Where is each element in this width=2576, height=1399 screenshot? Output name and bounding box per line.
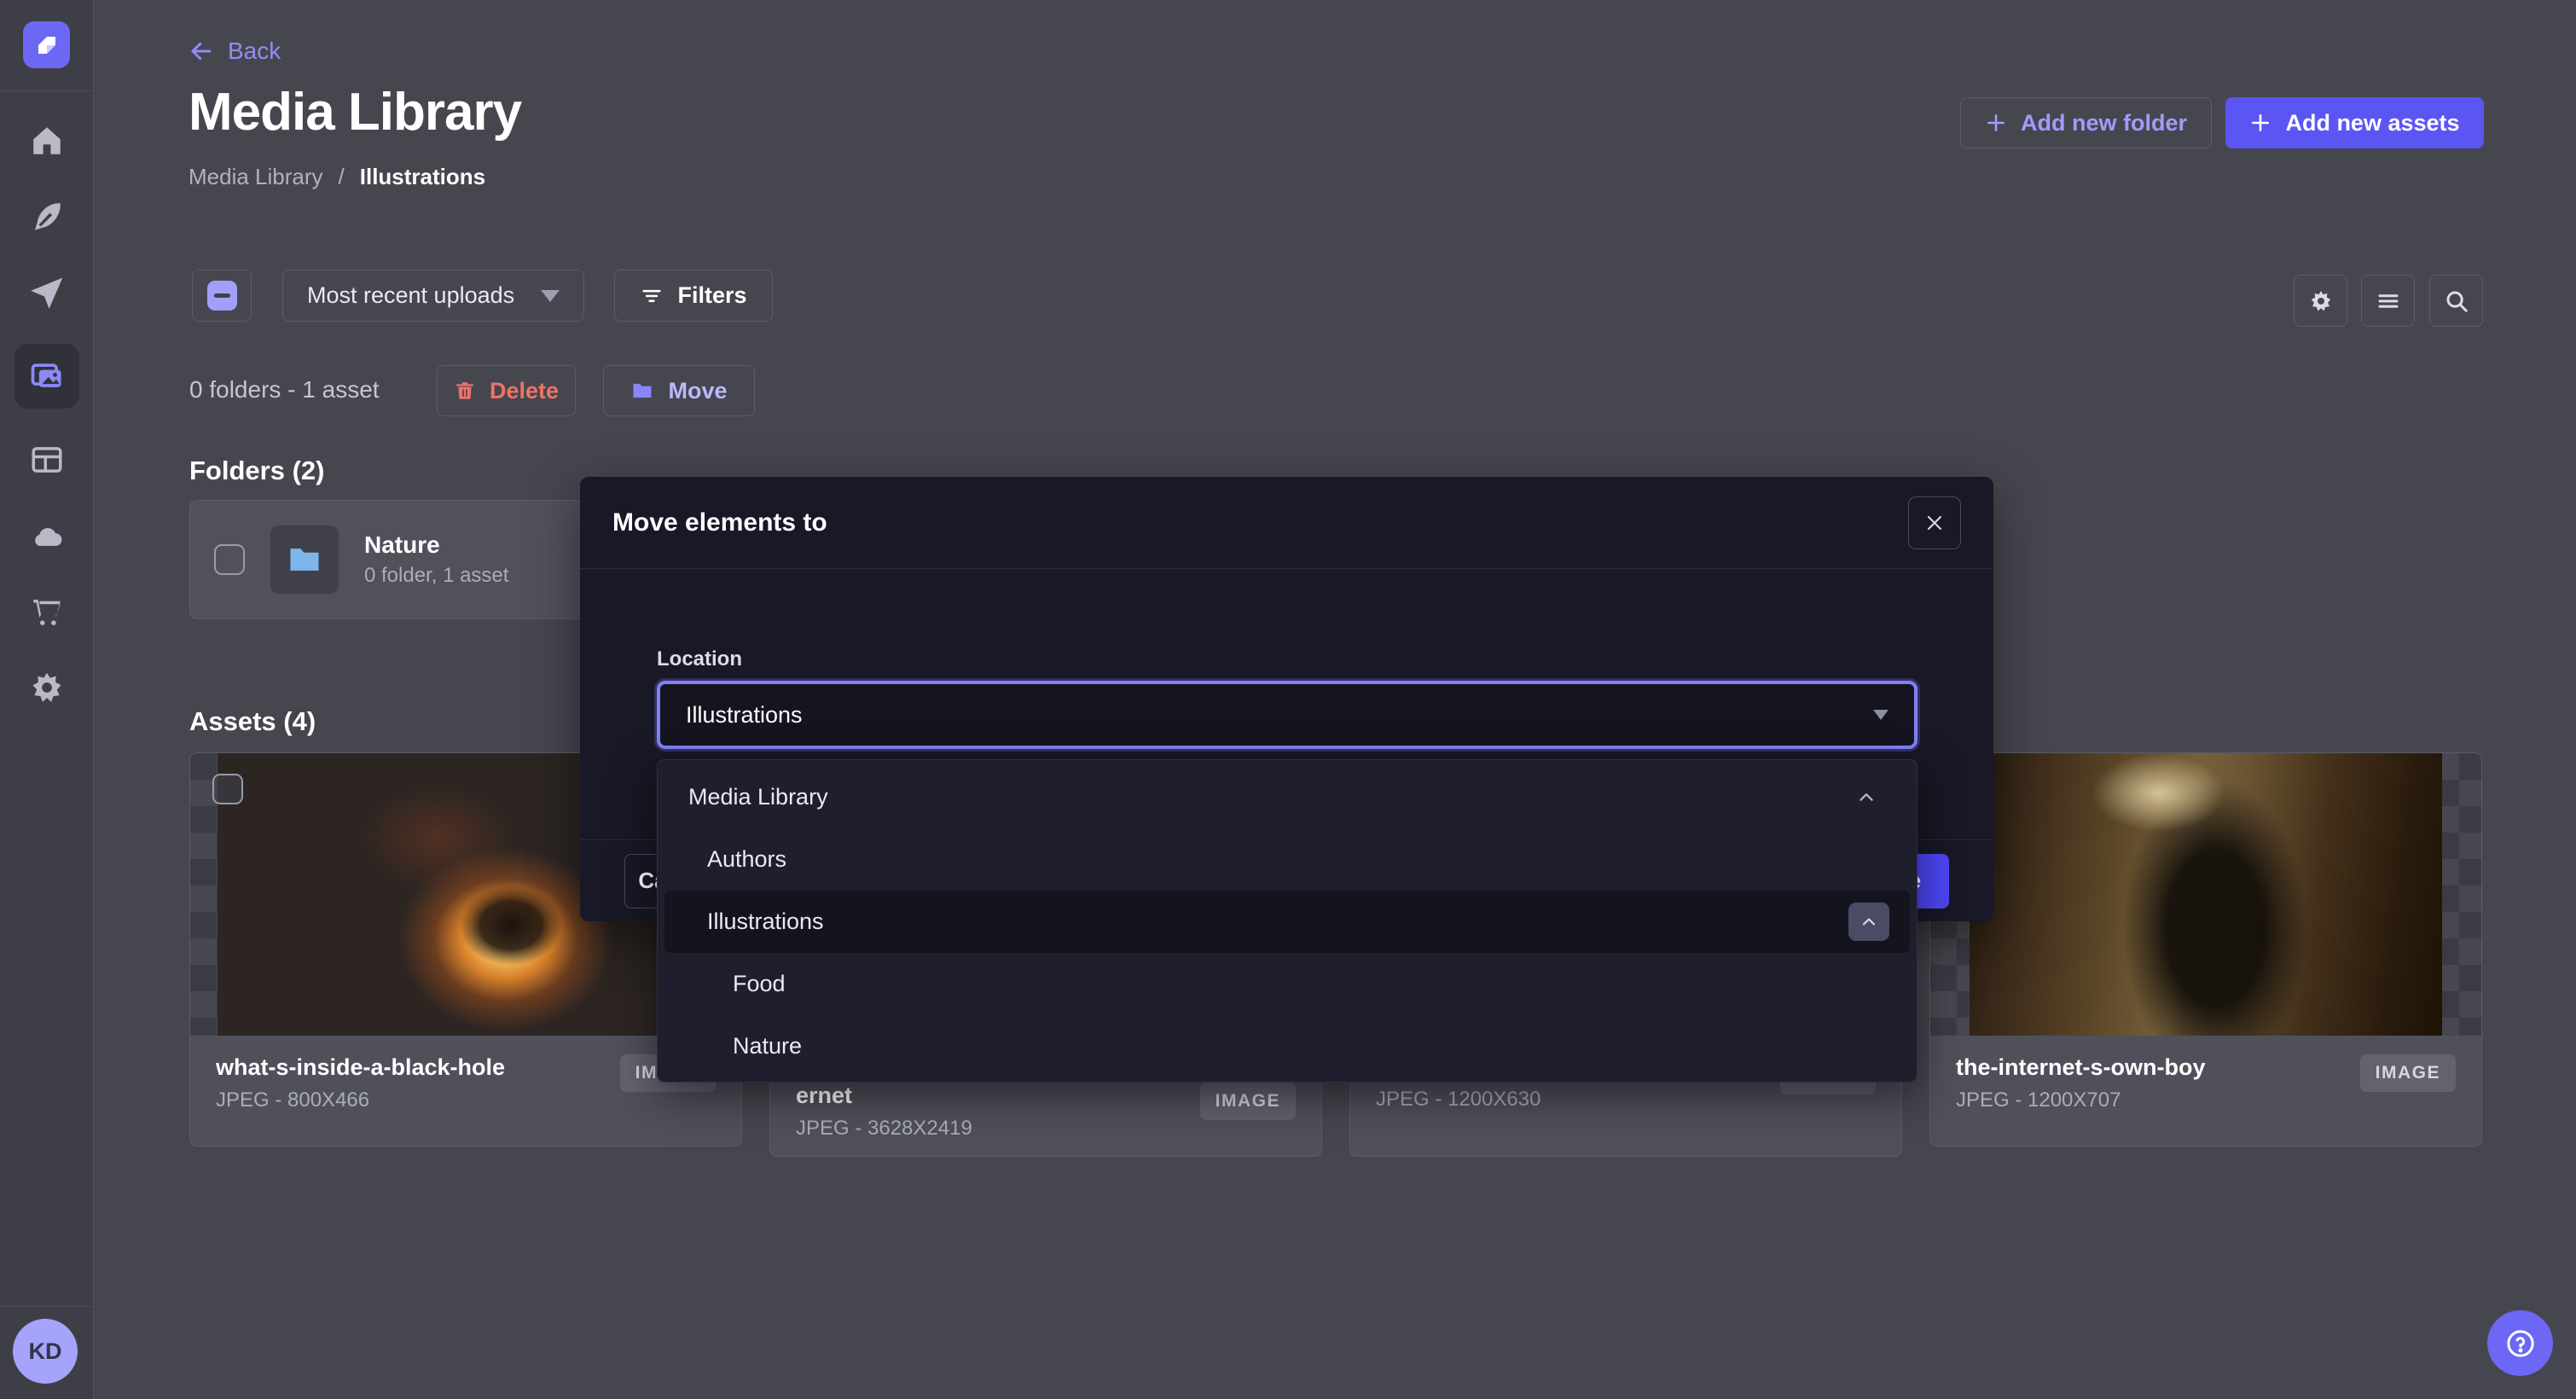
modal-title: Move elements to <box>612 508 827 537</box>
strapi-logo[interactable] <box>23 21 70 68</box>
menu-option-food[interactable]: Food <box>664 953 1910 1015</box>
folder-name: Nature <box>364 531 508 559</box>
page-title: Media Library <box>189 82 521 142</box>
folder-icon <box>630 379 654 403</box>
asset-card-footer: the-internet-s-own-boy JPEG - 1200X707 I… <box>1930 1036 2481 1131</box>
modal-header: Move elements to <box>580 477 1993 569</box>
paper-plane-icon <box>29 275 65 311</box>
folder-thumb <box>270 525 339 594</box>
help-icon <box>2503 1326 2538 1361</box>
arrow-left-icon <box>189 38 214 64</box>
chevron-down-icon <box>541 290 560 302</box>
layout-icon <box>29 442 65 478</box>
back-link[interactable]: Back <box>189 38 281 65</box>
search-button[interactable] <box>2429 275 2483 327</box>
menu-option-label: Authors <box>707 846 786 873</box>
add-new-assets-label: Add new assets <box>2285 110 2459 136</box>
menu-option-label: Food <box>733 971 786 997</box>
location-label: Location <box>657 647 742 671</box>
select-all-checkbox[interactable] <box>192 270 252 322</box>
menu-option-label: Nature <box>733 1033 802 1059</box>
location-dropdown-menu: Media Library Authors Illustrations Food… <box>657 759 1917 1083</box>
folder-icon <box>286 541 323 578</box>
folder-texts: Nature 0 folder, 1 asset <box>364 531 508 588</box>
filter-icon <box>640 284 664 308</box>
menu-option-label: Illustrations <box>707 908 824 935</box>
folder-meta: 0 folder, 1 asset <box>364 564 508 588</box>
menu-option-illustrations[interactable]: Illustrations <box>664 891 1910 953</box>
breadcrumb: Media Library / Illustrations <box>189 164 485 190</box>
list-icon <box>2376 288 2401 314</box>
asset-card[interactable]: the-internet-s-own-boy JPEG - 1200X707 I… <box>1929 752 2482 1146</box>
assets-heading: Assets (4) <box>189 706 316 737</box>
asset-meta: JPEG - 1200X707 <box>1956 1088 2456 1112</box>
filters-label: Filters <box>677 282 746 309</box>
move-button[interactable]: Move <box>603 365 755 416</box>
sort-value: Most recent uploads <box>307 282 514 309</box>
selection-summary: 0 folders - 1 asset <box>189 376 380 403</box>
plus-icon <box>1985 112 2007 134</box>
sidebar-item-media-library[interactable] <box>15 344 79 409</box>
breadcrumb-current: Illustrations <box>360 164 485 190</box>
sidebar-item-releases[interactable] <box>15 268 79 317</box>
chevron-up-icon[interactable] <box>1855 787 1877 809</box>
sidebar-item-marketplace[interactable] <box>15 587 79 636</box>
add-new-assets-button[interactable]: Add new assets <box>2225 97 2484 148</box>
asset-type-badge: IMAGE <box>1200 1083 1296 1120</box>
strapi-logo-icon <box>34 32 60 58</box>
sidebar-item-content-manager[interactable] <box>15 192 79 241</box>
plus-icon <box>2249 112 2271 134</box>
sidebar-item-settings[interactable] <box>15 663 79 712</box>
sort-dropdown[interactable]: Most recent uploads <box>282 270 584 322</box>
back-label: Back <box>228 38 281 65</box>
collapse-folder-button[interactable] <box>1848 903 1889 941</box>
cloud-icon <box>28 517 66 554</box>
sidebar-divider-bottom <box>0 1306 94 1307</box>
sidebar-item-content-type-builder[interactable] <box>15 435 79 485</box>
sidebar-item-deploy[interactable] <box>15 511 79 560</box>
sidebar: KD <box>0 0 94 1399</box>
indeterminate-checkbox <box>207 281 237 311</box>
gear-icon <box>2308 288 2334 314</box>
menu-option-label: Media Library <box>688 784 828 810</box>
chevron-up-icon <box>1859 912 1879 932</box>
asset-type-badge: IMAGE <box>2360 1054 2456 1092</box>
sidebar-item-home[interactable] <box>15 116 79 165</box>
location-select[interactable]: Illustrations <box>657 681 1917 749</box>
media-library-app: KD Back Media Library Media Library / Il… <box>0 0 2576 1399</box>
home-icon <box>29 123 65 159</box>
breadcrumb-separator: / <box>339 164 345 190</box>
close-modal-button[interactable] <box>1908 496 1961 549</box>
asset-meta: JPEG - 3628X2419 <box>796 1117 1296 1141</box>
menu-option-authors[interactable]: Authors <box>664 828 1910 891</box>
folder-checkbox[interactable] <box>214 544 245 575</box>
trash-icon <box>454 380 476 402</box>
library-photo-image <box>1970 753 2442 1036</box>
gear-icon <box>28 669 66 706</box>
list-view-button[interactable] <box>2361 275 2415 327</box>
search-icon <box>2444 288 2469 314</box>
asset-checkbox[interactable] <box>212 774 243 804</box>
asset-thumbnail <box>1930 753 2481 1036</box>
chevron-down-icon <box>1873 710 1888 720</box>
close-icon <box>1924 513 1945 533</box>
delete-label: Delete <box>490 378 559 404</box>
asset-meta: JPEG - 800X466 <box>216 1088 716 1112</box>
media-library-icon <box>28 357 66 395</box>
view-settings-button[interactable] <box>2294 275 2347 327</box>
cart-icon <box>29 594 65 630</box>
add-new-folder-button[interactable]: Add new folder <box>1960 97 2212 148</box>
feather-icon <box>29 199 65 235</box>
user-avatar[interactable]: KD <box>13 1319 78 1384</box>
filters-button[interactable]: Filters <box>614 270 773 322</box>
breadcrumb-parent[interactable]: Media Library <box>189 164 323 190</box>
menu-option-nature[interactable]: Nature <box>664 1015 1910 1077</box>
delete-button[interactable]: Delete <box>437 365 576 416</box>
folders-heading: Folders (2) <box>189 456 324 486</box>
move-label: Move <box>668 378 727 404</box>
location-select-value: Illustrations <box>686 702 803 729</box>
menu-option-media-library[interactable]: Media Library <box>664 766 1910 828</box>
help-button[interactable] <box>2487 1310 2553 1376</box>
add-new-folder-label: Add new folder <box>2021 110 2187 136</box>
